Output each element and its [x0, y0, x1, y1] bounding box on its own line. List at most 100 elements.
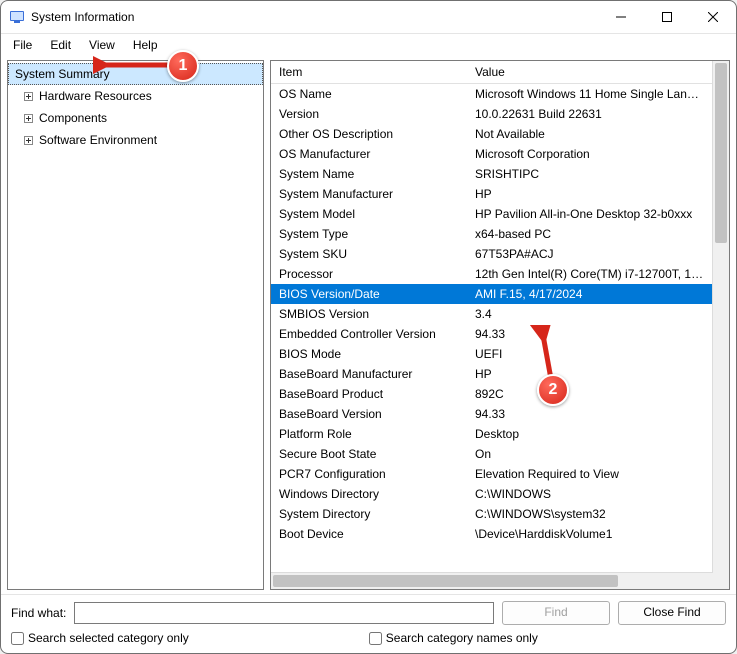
cell-value: 892C — [467, 384, 712, 404]
grid-header: Item Value — [271, 61, 712, 84]
grid-row[interactable]: System ManufacturerHP — [271, 184, 712, 204]
annotation-badge-1: 1 — [167, 50, 199, 82]
grid-row[interactable]: System NameSRISHTIPC — [271, 164, 712, 184]
cell-item: System Directory — [271, 504, 467, 524]
tree-item-components[interactable]: Components — [8, 107, 263, 129]
scrollbar-thumb[interactable] — [273, 575, 618, 587]
expand-icon[interactable] — [24, 136, 33, 145]
tree-item-label: System Summary — [15, 65, 110, 83]
cell-item: Version — [271, 104, 467, 124]
checkbox-input[interactable] — [369, 632, 382, 645]
expand-icon[interactable] — [24, 114, 33, 123]
column-header-item[interactable]: Item — [271, 61, 467, 83]
window-title: System Information — [31, 10, 598, 24]
cell-item: OS Name — [271, 84, 467, 104]
close-find-button[interactable]: Close Find — [618, 601, 726, 625]
cell-value: UEFI — [467, 344, 712, 364]
maximize-icon — [662, 12, 672, 22]
cell-item: Secure Boot State — [271, 444, 467, 464]
grid-row[interactable]: BaseBoard Product892C — [271, 384, 712, 404]
find-options: Search selected category only Search cat… — [1, 629, 736, 653]
cell-value: HP Pavilion All-in-One Desktop 32-b0xxx — [467, 204, 712, 224]
menu-view[interactable]: View — [81, 36, 123, 54]
cell-item: System Manufacturer — [271, 184, 467, 204]
checkbox-search-category-names[interactable]: Search category names only — [369, 631, 538, 645]
cell-value: On — [467, 444, 712, 464]
grid-row[interactable]: System DirectoryC:\WINDOWS\system32 — [271, 504, 712, 524]
find-label: Find what: — [11, 606, 66, 620]
cell-value: 94.33 — [467, 324, 712, 344]
grid-row[interactable]: System Typex64-based PC — [271, 224, 712, 244]
cell-item: SMBIOS Version — [271, 304, 467, 324]
maximize-button[interactable] — [644, 1, 690, 33]
minimize-icon — [616, 12, 626, 22]
cell-value: 3.4 — [467, 304, 712, 324]
cell-value: 10.0.22631 Build 22631 — [467, 104, 712, 124]
tree-item-label: Software Environment — [39, 131, 157, 149]
menubar: File Edit View Help — [1, 34, 736, 56]
column-header-value[interactable]: Value — [467, 61, 712, 83]
cell-value: Microsoft Corporation — [467, 144, 712, 164]
grid-row[interactable]: OS NameMicrosoft Windows 11 Home Single … — [271, 84, 712, 104]
cell-item: PCR7 Configuration — [271, 464, 467, 484]
cell-item: Windows Directory — [271, 484, 467, 504]
horizontal-scrollbar[interactable] — [271, 572, 713, 589]
cell-item: System SKU — [271, 244, 467, 264]
grid-row[interactable]: Secure Boot StateOn — [271, 444, 712, 464]
grid-row[interactable]: Other OS DescriptionNot Available — [271, 124, 712, 144]
cell-value: SRISHTIPC — [467, 164, 712, 184]
cell-value: C:\WINDOWS — [467, 484, 712, 504]
tree-item-system-summary[interactable]: System Summary — [8, 63, 263, 85]
vertical-scrollbar[interactable] — [712, 61, 729, 589]
close-button[interactable] — [690, 1, 736, 33]
window-controls — [598, 1, 736, 33]
annotation-badge-2: 2 — [537, 374, 569, 406]
grid-row[interactable]: BaseBoard ManufacturerHP — [271, 364, 712, 384]
grid-row[interactable]: Processor12th Gen Intel(R) Core(TM) i7-1… — [271, 264, 712, 284]
grid-row[interactable]: Windows DirectoryC:\WINDOWS — [271, 484, 712, 504]
checkbox-label: Search selected category only — [28, 631, 189, 645]
cell-value: Desktop — [467, 424, 712, 444]
cell-value: C:\WINDOWS\system32 — [467, 504, 712, 524]
cell-item: Platform Role — [271, 424, 467, 444]
grid-row[interactable]: BIOS Version/DateAMI F.15, 4/17/2024 — [271, 284, 712, 304]
navigation-tree[interactable]: System Summary Hardware Resources Compon… — [7, 60, 264, 590]
expand-icon[interactable] — [24, 92, 33, 101]
tree-item-software-environment[interactable]: Software Environment — [8, 129, 263, 151]
tree-item-hardware-resources[interactable]: Hardware Resources — [8, 85, 263, 107]
menu-help[interactable]: Help — [125, 36, 166, 54]
details-pane: Item Value OS NameMicrosoft Windows 11 H… — [270, 60, 730, 590]
minimize-button[interactable] — [598, 1, 644, 33]
cell-item: Processor — [271, 264, 467, 284]
scrollbar-thumb[interactable] — [715, 63, 727, 243]
menu-file[interactable]: File — [5, 36, 40, 54]
details-grid[interactable]: Item Value OS NameMicrosoft Windows 11 H… — [271, 61, 712, 589]
cell-value: Elevation Required to View — [467, 464, 712, 484]
checkbox-label: Search category names only — [386, 631, 538, 645]
grid-row[interactable]: Version10.0.22631 Build 22631 — [271, 104, 712, 124]
grid-row[interactable]: Platform RoleDesktop — [271, 424, 712, 444]
find-button[interactable]: Find — [502, 601, 610, 625]
checkbox-input[interactable] — [11, 632, 24, 645]
checkbox-search-selected-category[interactable]: Search selected category only — [11, 631, 189, 645]
content-area: System Summary Hardware Resources Compon… — [1, 56, 736, 594]
app-icon — [9, 9, 25, 25]
cell-item: BaseBoard Manufacturer — [271, 364, 467, 384]
grid-row[interactable]: SMBIOS Version3.4 — [271, 304, 712, 324]
close-icon — [708, 12, 718, 22]
grid-row[interactable]: System ModelHP Pavilion All-in-One Deskt… — [271, 204, 712, 224]
cell-item: Embedded Controller Version — [271, 324, 467, 344]
find-input[interactable] — [74, 602, 494, 624]
cell-item: BIOS Version/Date — [271, 284, 467, 304]
cell-item: System Type — [271, 224, 467, 244]
grid-row[interactable]: PCR7 ConfigurationElevation Required to … — [271, 464, 712, 484]
grid-row[interactable]: System SKU67T53PA#ACJ — [271, 244, 712, 264]
cell-item: System Name — [271, 164, 467, 184]
grid-row[interactable]: BaseBoard Version94.33 — [271, 404, 712, 424]
menu-edit[interactable]: Edit — [42, 36, 79, 54]
grid-row[interactable]: Embedded Controller Version94.33 — [271, 324, 712, 344]
grid-row[interactable]: BIOS ModeUEFI — [271, 344, 712, 364]
grid-row[interactable]: OS ManufacturerMicrosoft Corporation — [271, 144, 712, 164]
cell-value: 94.33 — [467, 404, 712, 424]
grid-row[interactable]: Boot Device\Device\HarddiskVolume1 — [271, 524, 712, 544]
